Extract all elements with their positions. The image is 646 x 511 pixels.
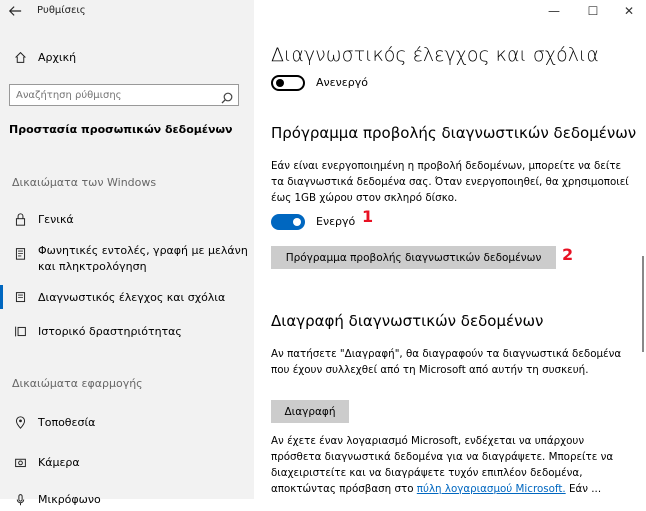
delete-description: Αν πατήσετε "Διαγραφή", θα διαγραφούν τα… (271, 348, 622, 376)
notepad-icon (12, 245, 28, 261)
sidebar-item-label: Φωνητικές εντολές, γραφή με μελάνη και π… (38, 244, 248, 273)
scrollbar[interactable] (642, 256, 644, 352)
lock-icon (12, 211, 28, 227)
maximize-icon[interactable]: ☐ (585, 3, 601, 19)
sidebar-item-activity-history[interactable]: Ιστορικό δραστηριότητας (0, 319, 254, 343)
location-icon (12, 414, 28, 430)
back-arrow-icon[interactable] (8, 4, 28, 22)
search-icon[interactable] (221, 89, 233, 104)
sidebar-item-label: Γενικά (38, 212, 74, 226)
viewer-heading: Πρόγραμμα προβολής διαγνωστικών δεδομένω… (271, 124, 637, 142)
feedback-icon (12, 289, 28, 305)
diagnostics-toggle-off[interactable] (271, 75, 305, 91)
timeline-icon (12, 323, 28, 339)
delete-heading: Διαγραφή διαγνωστικών δεδομένων (271, 312, 544, 330)
nav-home[interactable]: Αρχική (0, 45, 254, 69)
delete-button[interactable]: Διαγραφή (271, 400, 349, 423)
sidebar: Ρυθμίσεις Αρχική Προστασία προσωπικών δε… (0, 0, 254, 506)
sidebar-item-microphone[interactable]: Μικρόφωνο (0, 487, 254, 511)
viewer-toggle-label: Ενεργό (316, 215, 356, 228)
sidebar-item-speech-inking[interactable]: Φωνητικές εντολές, γραφή με μελάνη και π… (0, 241, 254, 275)
sidebar-item-label: Μικρόφωνο (38, 492, 101, 506)
windows-permissions-heading: Δικαιώματα των Windows (12, 176, 157, 189)
search-box[interactable] (9, 84, 239, 106)
top-toggle-label: Ανενεργό (316, 76, 368, 89)
sidebar-item-label: Ιστορικό δραστηριότητας (38, 324, 182, 338)
sidebar-item-diagnostics[interactable]: Διαγνωστικός έλεγχος και σχόλια (0, 285, 254, 309)
sidebar-item-label: Διαγνωστικός έλεγχος και σχόλια (38, 290, 226, 304)
sidebar-item-label: Τοποθεσία (38, 415, 96, 429)
app-permissions-heading: Δικαιώματα εφαρμογής (12, 377, 143, 390)
app-title: Ρυθμίσεις (37, 5, 86, 16)
account-paragraph: Αν έχετε έναν λογαριασμό Microsoft, ενδέ… (271, 433, 631, 497)
nav-home-label: Αρχική (38, 50, 77, 64)
sidebar-item-label: Κάμερα (38, 455, 80, 469)
sidebar-item-location[interactable]: Τοποθεσία (0, 410, 254, 434)
search-input[interactable] (16, 87, 211, 103)
account-tail: Εάν ... (568, 483, 602, 495)
sidebar-item-general[interactable]: Γενικά (0, 207, 254, 231)
annotation-marker-1: 1 (362, 207, 374, 226)
privacy-heading: Προστασία προσωπικών δεδομένων (9, 123, 233, 136)
main-panel: — ☐ ✕ Διαγνωστικός έλεγχος και σχόλια Αν… (254, 0, 646, 499)
minimize-icon[interactable]: — (546, 3, 562, 19)
microphone-icon (12, 491, 28, 507)
sidebar-item-camera[interactable]: Κάμερα (0, 450, 254, 474)
camera-icon (12, 454, 28, 470)
account-portal-link[interactable]: πύλη λογαριασμού Microsoft. (417, 483, 566, 495)
page-title: Διαγνωστικός έλεγχος και σχόλια (271, 44, 599, 66)
home-icon (12, 49, 28, 65)
viewer-toggle-on[interactable] (271, 214, 305, 230)
annotation-marker-2: 2 (562, 245, 574, 264)
viewer-description: Εάν είναι ενεργοποιημένη η προβολή δεδομ… (271, 160, 629, 204)
open-viewer-button[interactable]: Πρόγραμμα προβολής διαγνωστικών δεδομένω… (271, 246, 556, 269)
close-icon[interactable]: ✕ (621, 3, 637, 19)
